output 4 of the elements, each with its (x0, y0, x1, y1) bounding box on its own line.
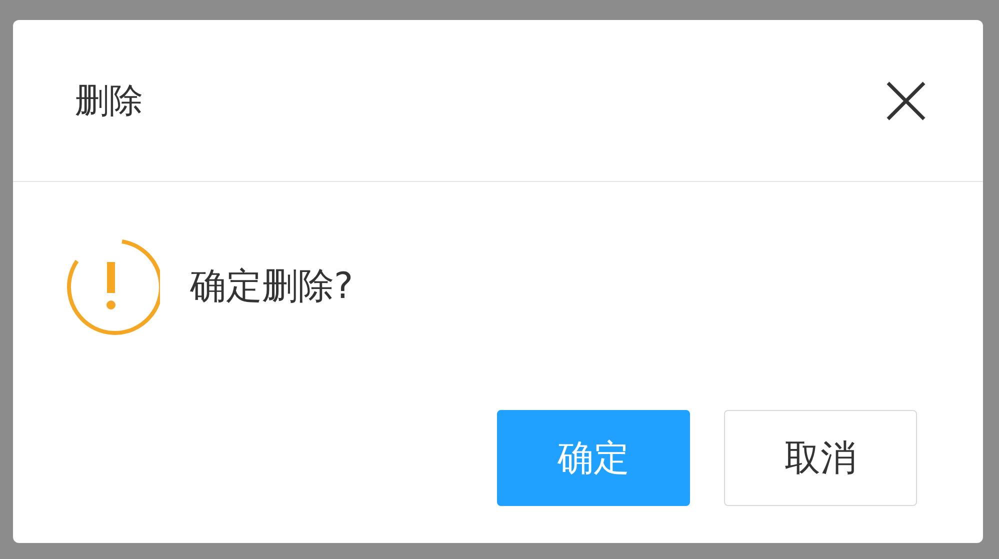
dialog-message: 确定删除? (190, 264, 354, 308)
cancel-button[interactable]: 取消 (724, 410, 917, 506)
dialog-title: 删除 (75, 80, 143, 122)
close-button[interactable] (886, 80, 926, 120)
